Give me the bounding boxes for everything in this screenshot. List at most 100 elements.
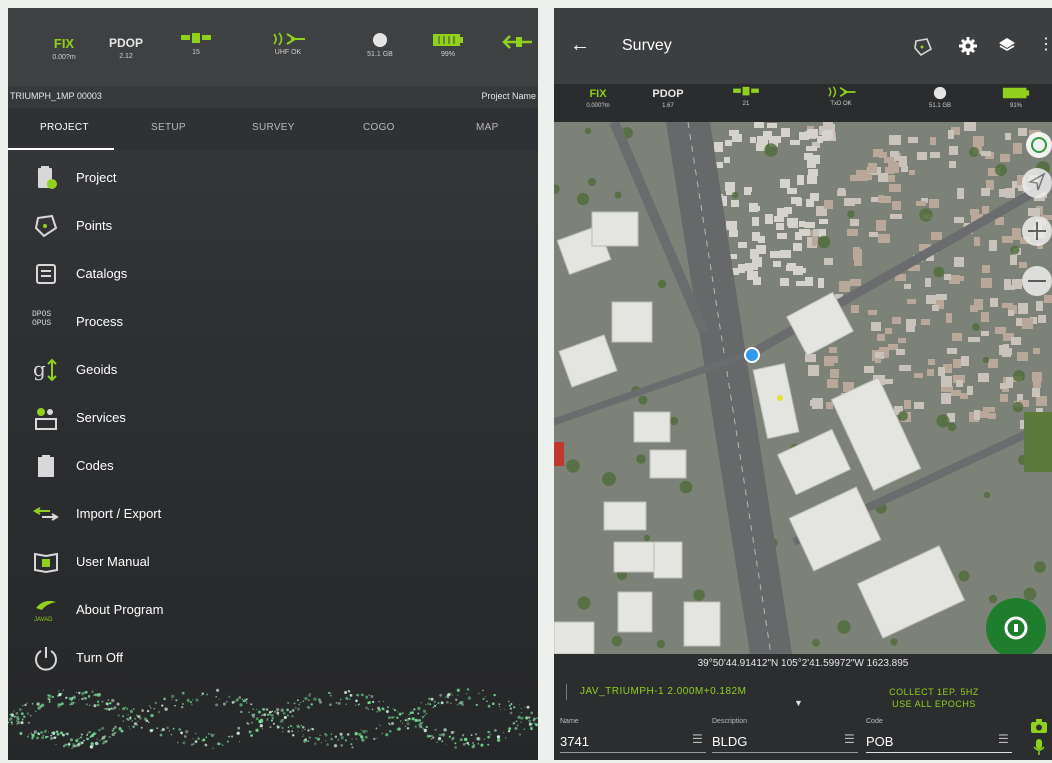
description-label: Description [712, 718, 748, 725]
tab-survey[interactable]: SURVEY [252, 122, 295, 133]
list-icon[interactable]: ☰ [998, 732, 1009, 746]
battery-status[interactable]: 99% [428, 32, 468, 58]
menu-item-points[interactable]: Points [8, 204, 538, 248]
menu-label-user-manual: User Manual [76, 554, 150, 569]
collect-point-button[interactable] [986, 598, 1046, 654]
antenna-info[interactable]: JAV_TRIUMPH-1 2.000M+0.182M [580, 686, 746, 697]
layers-icon[interactable] [998, 36, 1016, 59]
services-icon [32, 404, 60, 432]
pdop-value: 2.12 [119, 53, 133, 60]
name-field[interactable]: Name 3741 ☰ [560, 718, 708, 754]
back-arrow-icon[interactable]: ← [570, 34, 590, 57]
menu-item-geoids[interactable]: g Geoids [8, 348, 538, 392]
target-icon [1031, 137, 1047, 153]
menu-item-turn-off[interactable]: Turn Off [8, 636, 538, 680]
radio-link-icon [273, 32, 305, 46]
more-vert-icon[interactable]: ⋮ [1038, 34, 1052, 54]
menu-label-about-program: About Program [76, 602, 164, 617]
menu-item-user-manual[interactable]: User Manual [8, 540, 538, 584]
satellite-status[interactable]: 21 [726, 86, 766, 107]
divider [566, 684, 567, 700]
uhf-status[interactable]: UHF OK [262, 32, 314, 56]
pdop-status[interactable]: PDOP 1.67 [646, 88, 690, 109]
power-icon [32, 644, 60, 672]
dna-decoration [8, 688, 538, 750]
zoom-out-button[interactable] [1022, 266, 1052, 296]
clipboard-icon [32, 164, 60, 192]
codes-icon [32, 452, 60, 480]
description-value[interactable]: BLDG [712, 734, 747, 749]
list-icon[interactable]: ☰ [844, 732, 855, 746]
dropdown-arrow-icon[interactable]: ▼ [794, 698, 803, 708]
page-title: Survey [622, 37, 672, 54]
menu-item-about-program[interactable]: JAVAD About Program [8, 588, 538, 632]
pdop-status[interactable]: PDOP 2.12 [104, 36, 148, 60]
tab-project[interactable]: PROJECT [40, 122, 89, 133]
menu-item-services[interactable]: Services [8, 396, 538, 440]
menu-label-catalogs: Catalogs [76, 266, 128, 281]
current-location-marker [744, 347, 760, 363]
navigation-button[interactable] [1022, 168, 1052, 198]
tab-map[interactable]: MAP [476, 122, 499, 133]
menu-item-import-export[interactable]: Import / Export [8, 492, 538, 536]
tab-indicator [8, 148, 114, 150]
memory-status[interactable]: 51.1 GB [358, 32, 402, 58]
device-name: TRIUMPH_1MP 00003 [10, 91, 102, 101]
menu-item-project[interactable]: Project [8, 156, 538, 200]
fix-status[interactable]: FIX 0.000?m [576, 88, 620, 109]
battery-status[interactable]: 91% [996, 86, 1036, 109]
satellite-status[interactable]: 15 [176, 32, 216, 56]
menu-label-project: Project [76, 170, 117, 185]
battery-icon [1002, 87, 1030, 99]
menu-label-geoids: Geoids [76, 362, 118, 377]
pdop-value: 1.67 [662, 103, 674, 109]
manual-icon [32, 548, 60, 576]
fix-status[interactable]: FIX 0.00?m [42, 36, 86, 61]
camera-icon[interactable] [1030, 718, 1048, 739]
name-label: Name [560, 718, 579, 725]
fix-value: 0.000?m [586, 103, 610, 109]
fix-value: 0.00?m [52, 54, 76, 61]
connection-status[interactable] [500, 34, 534, 50]
settings-gear-icon[interactable] [958, 36, 978, 61]
satellite-count: 15 [192, 49, 200, 56]
tab-setup[interactable]: SETUP [151, 122, 186, 133]
code-field[interactable]: Code POB ☰ [866, 718, 1014, 754]
collect-settings[interactable]: COLLECT 1EP. 5HZ USE ALL EPOCHS [854, 686, 1014, 710]
microphone-icon[interactable] [1032, 738, 1046, 760]
fix-label: FIX [53, 36, 75, 51]
project-menu-panel: FIX 0.00?m PDOP 2.12 15 UHF OK 51.1 GB 9… [8, 8, 538, 760]
collect-mode: COLLECT 1EP. 5HZ [889, 687, 979, 697]
code-value[interactable]: POB [866, 734, 893, 749]
points-icon[interactable] [912, 36, 934, 63]
battery-value: 99% [440, 51, 455, 58]
tab-cogo[interactable]: COGO [363, 122, 395, 133]
menu-item-catalogs[interactable]: Catalogs [8, 252, 538, 296]
svg-text:JAVAD: JAVAD [34, 617, 53, 623]
survey-panel: ← Survey ⋮ FIX 0.000?m PDOP 1.67 21 TxD … [554, 8, 1052, 760]
project-name: Project Name [481, 91, 536, 101]
satellite-map[interactable] [554, 122, 1052, 654]
menu-label-codes: Codes [76, 458, 114, 473]
menu-item-process[interactable]: DPOS OPUS Process [8, 300, 538, 344]
memory-value: 51.1 GB [928, 103, 951, 109]
menu-label-import-export: Import / Export [76, 506, 162, 521]
txd-status[interactable]: TxD OK [816, 86, 866, 107]
name-value[interactable]: 3741 [560, 734, 589, 749]
menu-label-turn-off: Turn Off [76, 650, 123, 665]
list-icon[interactable]: ☰ [692, 732, 703, 746]
zoom-in-button[interactable] [1022, 216, 1052, 246]
underline [560, 752, 706, 753]
status-bar: FIX 0.00?m PDOP 2.12 15 UHF OK 51.1 GB 9… [8, 8, 538, 86]
battery-icon [433, 34, 463, 46]
minus-icon [1028, 280, 1046, 282]
txd-value: TxD OK [830, 101, 852, 107]
compass-button[interactable] [1026, 132, 1052, 158]
memory-status[interactable]: 51.1 GB [918, 86, 962, 109]
record-icon [1004, 616, 1028, 640]
menu-item-codes[interactable]: Codes [8, 444, 538, 488]
memory-icon [933, 86, 947, 100]
description-field[interactable]: Description BLDG ☰ [712, 718, 860, 754]
battery-value: 91% [1009, 103, 1022, 109]
menu-label-services: Services [76, 410, 126, 425]
